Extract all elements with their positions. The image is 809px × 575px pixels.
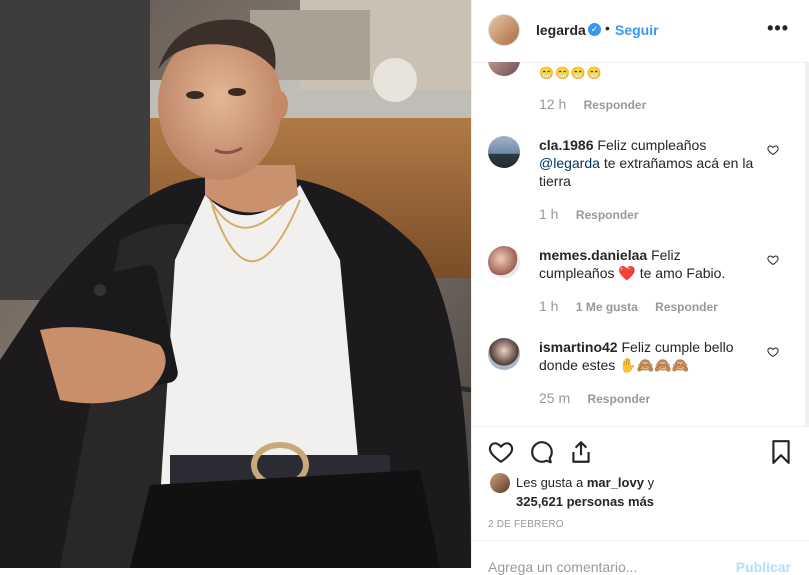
comment-emoji-text: 😁😁😁😁 bbox=[539, 66, 603, 80]
comment-avatar[interactable] bbox=[488, 246, 520, 278]
likes-summary[interactable]: Les gusta a mar_lovy y 325,621 personas … bbox=[516, 473, 746, 511]
post-photo-illustration bbox=[0, 0, 471, 568]
liker-avatar[interactable] bbox=[490, 473, 510, 493]
comment-text: ismartino42 Feliz cumple bello donde est… bbox=[539, 338, 755, 374]
comment-time: 12 h bbox=[539, 96, 567, 112]
post-side-panel: legarda ✓ • Seguir ••• 😁😁😁😁 12 h Respond… bbox=[471, 0, 809, 575]
comment-like-heart-icon[interactable] bbox=[767, 346, 779, 358]
heart-emoji: ❤️ bbox=[618, 265, 636, 281]
bookmark-icon[interactable] bbox=[768, 439, 794, 465]
heart-icon[interactable] bbox=[488, 439, 514, 465]
liker-username[interactable]: mar_lovy bbox=[587, 475, 644, 490]
likes-count[interactable]: 325,621 personas más bbox=[516, 494, 654, 509]
instagram-post-modal: legarda ✓ • Seguir ••• 😁😁😁😁 12 h Respond… bbox=[0, 0, 809, 575]
comment-like-heart-icon[interactable] bbox=[767, 254, 779, 266]
share-icon[interactable] bbox=[568, 439, 594, 465]
likes-connector: y bbox=[647, 475, 655, 490]
comment-time: 1 h bbox=[539, 206, 559, 222]
post-header: legarda ✓ • Seguir ••• bbox=[472, 0, 809, 63]
add-comment-input[interactable]: Agrega un comentario... bbox=[488, 559, 637, 575]
comment-body-cont: te amo Fabio. bbox=[639, 265, 726, 281]
comment-meta: 12 h Responder bbox=[539, 96, 660, 112]
comment-avatar[interactable] bbox=[488, 62, 520, 76]
author-avatar[interactable] bbox=[488, 14, 520, 46]
comment-avatar[interactable] bbox=[488, 338, 520, 370]
likes-prefix: Les gusta a bbox=[516, 475, 584, 490]
comment-time: 1 h bbox=[539, 298, 559, 314]
more-options-icon[interactable]: ••• bbox=[767, 18, 789, 39]
post-actions: Les gusta a mar_lovy y 325,621 personas … bbox=[472, 426, 809, 575]
comment-icon[interactable] bbox=[528, 439, 554, 465]
comment-likes-button[interactable]: 1 Me gusta bbox=[576, 300, 638, 314]
comment-meta: 1 h Responder bbox=[539, 206, 653, 222]
comment-username[interactable]: memes.danielaa bbox=[539, 247, 647, 263]
reply-button[interactable]: Responder bbox=[587, 392, 650, 406]
comment-username[interactable]: ismartino42 bbox=[539, 339, 618, 355]
reply-button[interactable]: Responder bbox=[655, 300, 718, 314]
comment-time: 25 m bbox=[539, 390, 571, 406]
comment-text: memes.danielaa Feliz cumpleaños ❤️ te am… bbox=[539, 246, 755, 282]
header-separator: • bbox=[605, 20, 610, 36]
add-comment-bar: Agrega un comentario... Publicar bbox=[472, 540, 809, 575]
post-photo[interactable] bbox=[0, 0, 471, 568]
reply-button[interactable]: Responder bbox=[576, 208, 639, 222]
post-date[interactable]: 2 DE FEBRERO bbox=[488, 519, 564, 530]
comment-like-heart-icon[interactable] bbox=[767, 144, 779, 156]
comment-text: cla.1986 Feliz cumpleaños @legarda te ex… bbox=[539, 136, 755, 190]
comments-list[interactable]: 😁😁😁😁 12 h Responder cla.1986 Feliz cumpl… bbox=[472, 62, 809, 426]
comment-avatar[interactable] bbox=[488, 136, 520, 168]
comment-mention[interactable]: @legarda bbox=[539, 155, 600, 171]
verified-badge-icon: ✓ bbox=[588, 23, 601, 36]
publish-button[interactable]: Publicar bbox=[736, 559, 791, 575]
comment-meta: 25 m Responder bbox=[539, 390, 664, 406]
author-username[interactable]: legarda bbox=[536, 22, 586, 38]
reply-button[interactable]: Responder bbox=[584, 98, 647, 112]
comment-username[interactable]: cla.1986 bbox=[539, 137, 594, 153]
comment-body: Feliz cumpleaños bbox=[597, 137, 707, 153]
comment-meta: 1 h 1 Me gusta Responder bbox=[539, 298, 732, 314]
follow-button[interactable]: Seguir bbox=[615, 22, 659, 38]
comments-scrollbar[interactable] bbox=[805, 62, 809, 426]
